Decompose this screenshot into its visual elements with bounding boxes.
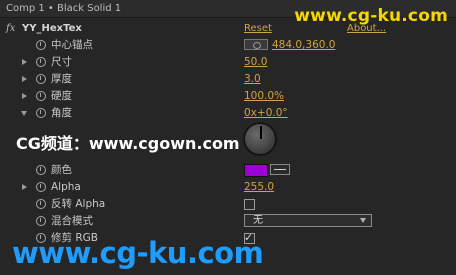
effect-name: YY_HexTex bbox=[22, 23, 82, 34]
property-label: Alpha bbox=[51, 181, 81, 193]
stopwatch-icon[interactable] bbox=[36, 182, 46, 192]
effect-header-row[interactable]: fx YY_HexTex Reset About... bbox=[0, 21, 456, 37]
stopwatch-icon[interactable] bbox=[36, 74, 46, 84]
crosshair-icon[interactable] bbox=[244, 39, 268, 50]
property-label: 颜色 bbox=[51, 164, 72, 176]
fx-icon[interactable]: fx bbox=[6, 21, 15, 37]
stopwatch-icon[interactable] bbox=[36, 91, 46, 101]
property-row-hardness: 硬度 100.0% bbox=[0, 88, 456, 104]
property-label: 硬度 bbox=[51, 90, 72, 102]
size-value[interactable]: 50.0 bbox=[244, 54, 267, 70]
property-row-alpha: Alpha 255.0 bbox=[0, 179, 456, 195]
property-row-angle: 角度 0x+0.0° bbox=[0, 105, 456, 121]
property-row-anchor: 中心锚点 484.0,360.0 bbox=[0, 37, 456, 53]
breadcrumb: Comp 1 • Black Solid 1 bbox=[6, 3, 122, 14]
eyedropper-icon[interactable] bbox=[270, 164, 290, 175]
property-label: 尺寸 bbox=[51, 56, 72, 68]
stopwatch-icon[interactable] bbox=[36, 40, 46, 50]
invert-alpha-checkbox[interactable] bbox=[244, 199, 255, 210]
angle-value[interactable]: 0x+0.0° bbox=[244, 105, 288, 121]
expand-triangle-icon[interactable] bbox=[22, 59, 27, 65]
thickness-value[interactable]: 3.0 bbox=[244, 71, 261, 87]
property-label: 混合模式 bbox=[51, 215, 93, 227]
stopwatch-icon[interactable] bbox=[36, 165, 46, 175]
property-row-thickness: 厚度 3.0 bbox=[0, 71, 456, 87]
watermark-bottom: www.cg-ku.com bbox=[12, 236, 264, 270]
about-button[interactable]: About... bbox=[347, 21, 386, 37]
color-swatch[interactable] bbox=[244, 164, 268, 177]
overlay-watermark-text: CG频道：www.cgown.com bbox=[16, 134, 240, 153]
blend-mode-select[interactable]: 无 bbox=[244, 214, 372, 227]
reset-button[interactable]: Reset bbox=[244, 21, 272, 37]
property-row-size: 尺寸 50.0 bbox=[0, 54, 456, 70]
property-label: 厚度 bbox=[51, 73, 72, 85]
expand-triangle-icon[interactable] bbox=[22, 93, 27, 99]
property-label: 反转 Alpha bbox=[51, 198, 106, 210]
property-row-invert-alpha: 反转 Alpha bbox=[0, 196, 456, 212]
stopwatch-icon[interactable] bbox=[36, 57, 46, 67]
property-row-color: 颜色 bbox=[0, 162, 456, 178]
property-row-blend-mode: 混合模式 无 bbox=[0, 213, 456, 229]
anchor-value[interactable]: 484.0,360.0 bbox=[272, 37, 335, 53]
effect-controls-panel: Comp 1 • Black Solid 1 www.cg-ku.com fx … bbox=[0, 0, 456, 275]
property-label: 中心锚点 bbox=[51, 39, 93, 51]
angle-dial[interactable] bbox=[244, 123, 276, 155]
expand-triangle-icon[interactable] bbox=[22, 76, 27, 82]
hardness-value[interactable]: 100.0% bbox=[244, 88, 284, 104]
stopwatch-icon[interactable] bbox=[36, 108, 46, 118]
alpha-value[interactable]: 255.0 bbox=[244, 179, 274, 195]
stopwatch-icon[interactable] bbox=[36, 199, 46, 209]
collapse-triangle-icon[interactable] bbox=[21, 111, 27, 116]
expand-triangle-icon[interactable] bbox=[22, 184, 27, 190]
stopwatch-icon[interactable] bbox=[36, 216, 46, 226]
property-label: 角度 bbox=[51, 107, 72, 119]
